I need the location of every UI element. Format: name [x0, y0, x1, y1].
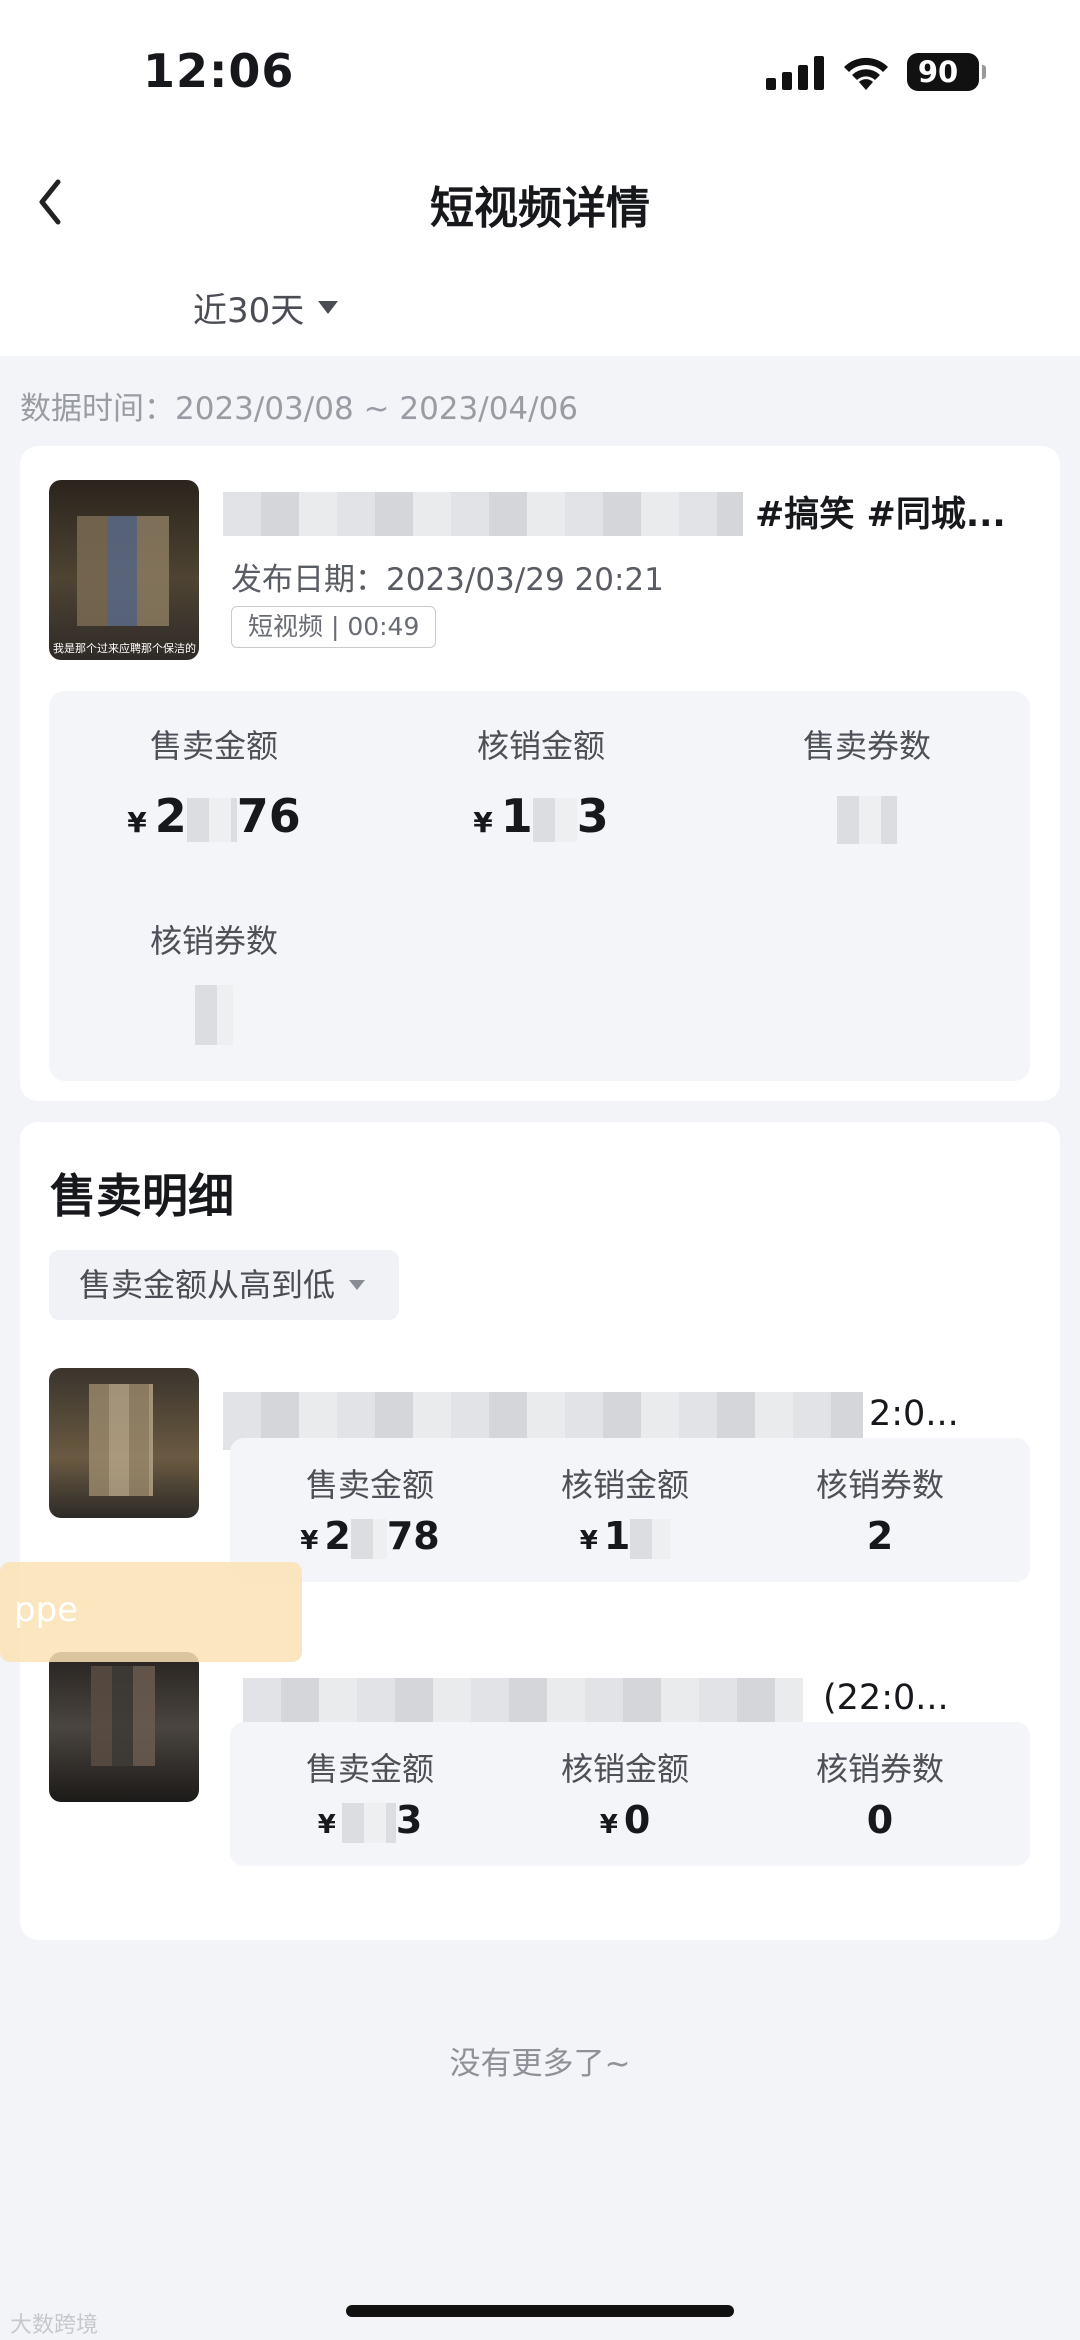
stat-value: ¥3 [245, 1798, 495, 1843]
stat-value: 2 [866, 1514, 894, 1558]
stat-label: 核销券数 [815, 1750, 944, 1788]
watermark: 大数跨境 [10, 2313, 99, 2338]
stat-verified-coupons: 核销券数 [64, 916, 364, 1045]
date-range-dropdown[interactable]: 近30天 [193, 283, 339, 332]
publish-date: 发布日期：2023/03/29 20:21 [231, 562, 664, 598]
stat-label: 售卖金额 [305, 1466, 434, 1504]
item-stat-verified-amount: 核销金额 ¥1 [500, 1460, 750, 1559]
item-stat-verified-amount: 核销金额 ¥0 [500, 1744, 750, 1842]
value-prefix: 2 [154, 789, 187, 843]
stat-value: ¥2 76 [64, 789, 364, 845]
currency-symbol: ¥ [300, 1526, 319, 1556]
toast-text: ppe [14, 1590, 79, 1630]
section-title: 售卖明细 [50, 1169, 234, 1223]
item-stat-verified-coupons: 核销券数 2 [755, 1460, 1005, 1558]
battery-icon: 90 [907, 53, 986, 91]
blurred-text [243, 1678, 803, 1728]
stat-value [64, 984, 364, 1045]
redaction [186, 797, 237, 842]
status-time: 12:06 [143, 44, 295, 98]
currency-symbol: ¥ [599, 1810, 618, 1840]
value-suffix: 76 [236, 789, 301, 843]
video-title: #搞笑 #同城... [223, 486, 1043, 546]
value-prefix: 2 [324, 1514, 351, 1558]
stat-value: ¥0 [500, 1798, 750, 1842]
sales-detail-card: 售卖明细 售卖金额从高到低 2:0... 售卖金额 ¥2 78 核销金额 ¥1 核… [20, 1122, 1060, 1940]
item-stat-sales-amount: 售卖金额 ¥2 78 [245, 1460, 495, 1559]
item-stats: 售卖金额 ¥2 78 核销金额 ¥1 核销券数 2 [230, 1438, 1030, 1582]
video-thumbnail[interactable]: 我是那个过来应聘那个保洁的 [49, 480, 199, 660]
home-indicator[interactable] [346, 2305, 734, 2317]
video-type-badge: 短视频 | 00:49 [231, 606, 437, 648]
date-range-label: 近30天 [193, 291, 305, 331]
battery-level: 90 [917, 55, 959, 89]
caret-down-icon [349, 1280, 366, 1290]
cellular-signal-icon [766, 56, 824, 90]
thumbnail-caption: 我是那个过来应聘那个保洁的 [53, 642, 196, 655]
currency-symbol: ¥ [127, 806, 147, 839]
value-suffix: 3 [576, 789, 609, 843]
stat-value: ¥1 [500, 1514, 750, 1559]
stat-label: 售卖券数 [802, 727, 931, 765]
redaction [630, 1518, 671, 1559]
stat-label: 售卖金额 [305, 1750, 434, 1788]
stat-value [717, 789, 1017, 845]
stat-label: 核销金额 [476, 727, 605, 765]
sort-dropdown[interactable]: 售卖金额从高到低 [49, 1250, 400, 1320]
value-prefix: 1 [500, 789, 533, 843]
item-title-tail: (22:0... [823, 1678, 949, 1718]
value-prefix: 0 [623, 1798, 651, 1842]
stat-label: 售卖金额 [149, 727, 278, 765]
currency-symbol: ¥ [579, 1526, 598, 1556]
value-suffix: 3 [395, 1798, 423, 1842]
redaction [532, 797, 577, 842]
redaction [837, 795, 897, 844]
value-prefix: 1 [603, 1514, 631, 1558]
stat-sales-amount: 售卖金额 ¥2 76 [64, 721, 364, 845]
no-more-text: 没有更多了~ [449, 2046, 631, 2082]
currency-symbol: ¥ [317, 1810, 336, 1840]
currency-symbol: ¥ [473, 806, 493, 839]
item-stat-sales-amount: 售卖金额 ¥3 [245, 1744, 495, 1843]
stat-label: 核销券数 [815, 1466, 944, 1504]
item-thumbnail[interactable] [49, 1368, 199, 1518]
stat-label: 核销券数 [149, 922, 278, 960]
video-summary-card: 我是那个过来应聘那个保洁的 #搞笑 #同城... 发布日期：2023/03/29… [20, 446, 1060, 1101]
sort-label: 售卖金额从高到低 [79, 1266, 336, 1304]
caret-down-icon [318, 301, 339, 314]
stat-value: ¥1 3 [391, 789, 691, 845]
stat-value: ¥2 78 [245, 1514, 495, 1559]
item-stat-verified-coupons: 核销券数 0 [755, 1744, 1005, 1842]
stat-value: 0 [866, 1798, 894, 1842]
redaction [350, 1518, 387, 1559]
item-thumbnail[interactable] [49, 1652, 199, 1802]
redaction [195, 984, 233, 1045]
status-bar: 12:06 90 [0, 0, 1080, 140]
stat-verified-amount: 核销金额 ¥1 3 [391, 721, 691, 845]
item-stats: 售卖金额 ¥3 核销金额 ¥0 核销券数 0 [230, 1722, 1030, 1866]
stat-label: 核销金额 [560, 1750, 689, 1788]
page-title: 短视频详情 [430, 183, 650, 234]
stat-label: 核销金额 [560, 1466, 689, 1504]
item-title-tail: 2:0... [869, 1394, 959, 1434]
data-time-range: 数据时间：2023/03/08 ~ 2023/04/06 [20, 391, 579, 427]
value-suffix: 78 [386, 1514, 440, 1558]
video-title-tags: #搞笑 #同城... [755, 495, 1006, 535]
video-stats: 售卖金额 ¥2 76 核销金额 ¥1 3 售卖券数 核销券数 [49, 691, 1030, 1081]
stat-sold-coupons: 售卖券数 [717, 721, 1017, 845]
redaction [341, 1802, 396, 1843]
blurred-text [223, 492, 743, 536]
floating-toast[interactable]: ppe [0, 1562, 302, 1662]
wifi-icon [844, 57, 888, 90]
